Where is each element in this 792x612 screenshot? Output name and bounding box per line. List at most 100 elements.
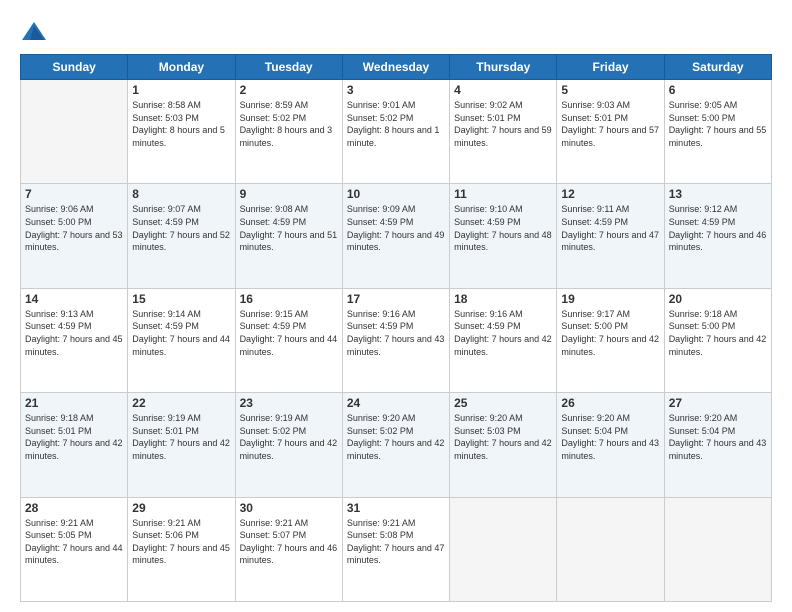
day-info: Sunrise: 9:08 AMSunset: 4:59 PMDaylight:… xyxy=(240,203,338,253)
day-number: 3 xyxy=(347,83,445,97)
day-info: Sunrise: 9:19 AMSunset: 5:01 PMDaylight:… xyxy=(132,412,230,462)
day-number: 13 xyxy=(669,187,767,201)
day-number: 2 xyxy=(240,83,338,97)
day-cell-6: 6 Sunrise: 9:05 AMSunset: 5:00 PMDaylight… xyxy=(664,80,771,184)
day-cell-20: 20 Sunrise: 9:18 AMSunset: 5:00 PMDayligh… xyxy=(664,288,771,392)
day-number: 29 xyxy=(132,501,230,515)
day-cell-12: 12Sunrise: 9:11 AMSunset: 4:59 PMDayligh… xyxy=(557,184,664,288)
day-cell-14: 14 Sunrise: 9:13 AMSunset: 4:59 PMDayligh… xyxy=(21,288,128,392)
day-info: Sunrise: 9:11 AMSunset: 4:59 PMDaylight:… xyxy=(561,203,659,253)
day-number: 24 xyxy=(347,396,445,410)
day-number: 21 xyxy=(25,396,123,410)
day-header-friday: Friday xyxy=(557,55,664,80)
empty-cell xyxy=(557,497,664,601)
day-number: 17 xyxy=(347,292,445,306)
day-number: 23 xyxy=(240,396,338,410)
day-cell-10: 10 Sunrise: 9:09 AMSunset: 4:59 PMDayligh… xyxy=(342,184,449,288)
day-cell-7: 7 Sunrise: 9:06 AMSunset: 5:00 PMDaylight… xyxy=(21,184,128,288)
day-number: 30 xyxy=(240,501,338,515)
day-number: 10 xyxy=(347,187,445,201)
day-info: Sunrise: 8:59 AMSunset: 5:02 PMDaylight:… xyxy=(240,99,338,149)
day-number: 15 xyxy=(132,292,230,306)
day-number: 16 xyxy=(240,292,338,306)
day-info: Sunrise: 9:21 AMSunset: 5:07 PMDaylight:… xyxy=(240,517,338,567)
day-number: 8 xyxy=(132,187,230,201)
day-info: Sunrise: 9:18 AMSunset: 5:01 PMDaylight:… xyxy=(25,412,123,462)
day-info: Sunrise: 9:13 AMSunset: 4:59 PMDaylight:… xyxy=(25,308,123,358)
day-header-sunday: Sunday xyxy=(21,55,128,80)
day-info: Sunrise: 9:06 AMSunset: 5:00 PMDaylight:… xyxy=(25,203,123,253)
day-info: Sunrise: 9:19 AMSunset: 5:02 PMDaylight:… xyxy=(240,412,338,462)
day-cell-11: 11 Sunrise: 9:10 AMSunset: 4:59 PMDayligh… xyxy=(450,184,557,288)
day-cell-13: 13 Sunrise: 9:12 AMSunset: 4:59 PMDayligh… xyxy=(664,184,771,288)
day-number: 31 xyxy=(347,501,445,515)
day-cell-15: 15 Sunrise: 9:14 AMSunset: 4:59 PMDayligh… xyxy=(128,288,235,392)
day-info: Sunrise: 9:18 AMSunset: 5:00 PMDaylight:… xyxy=(669,308,767,358)
logo xyxy=(20,18,51,46)
day-cell-21: 21 Sunrise: 9:18 AMSunset: 5:01 PMDayligh… xyxy=(21,393,128,497)
day-number: 26 xyxy=(561,396,659,410)
day-number: 28 xyxy=(25,501,123,515)
day-info: Sunrise: 9:05 AMSunset: 5:00 PMDaylight:… xyxy=(669,99,767,149)
logo-icon xyxy=(20,18,48,46)
day-info: Sunrise: 9:17 AMSunset: 5:00 PMDaylight:… xyxy=(561,308,659,358)
day-cell-25: 25 Sunrise: 9:20 AMSunset: 5:03 PMDayligh… xyxy=(450,393,557,497)
day-cell-8: 8 Sunrise: 9:07 AMSunset: 4:59 PMDaylight… xyxy=(128,184,235,288)
empty-cell xyxy=(450,497,557,601)
day-info: Sunrise: 9:12 AMSunset: 4:59 PMDaylight:… xyxy=(669,203,767,253)
day-cell-22: 22 Sunrise: 9:19 AMSunset: 5:01 PMDayligh… xyxy=(128,393,235,497)
day-number: 5 xyxy=(561,83,659,97)
day-info: Sunrise: 9:02 AMSunset: 5:01 PMDaylight:… xyxy=(454,99,552,149)
day-number: 11 xyxy=(454,187,552,201)
day-info: Sunrise: 8:58 AMSunset: 5:03 PMDaylight:… xyxy=(132,99,230,149)
day-cell-26: 26 Sunrise: 9:20 AMSunset: 5:04 PMDayligh… xyxy=(557,393,664,497)
day-cell-19: 19Sunrise: 9:17 AMSunset: 5:00 PMDayligh… xyxy=(557,288,664,392)
day-number: 4 xyxy=(454,83,552,97)
day-info: Sunrise: 9:07 AMSunset: 4:59 PMDaylight:… xyxy=(132,203,230,253)
day-cell-16: 16 Sunrise: 9:15 AMSunset: 4:59 PMDayligh… xyxy=(235,288,342,392)
day-number: 27 xyxy=(669,396,767,410)
day-info: Sunrise: 9:21 AMSunset: 5:06 PMDaylight:… xyxy=(132,517,230,567)
day-number: 20 xyxy=(669,292,767,306)
day-header-wednesday: Wednesday xyxy=(342,55,449,80)
day-number: 18 xyxy=(454,292,552,306)
day-cell-2: 2 Sunrise: 8:59 AMSunset: 5:02 PMDaylight… xyxy=(235,80,342,184)
week-row-1: 1 Sunrise: 8:58 AMSunset: 5:03 PMDaylight… xyxy=(21,80,772,184)
empty-cell xyxy=(664,497,771,601)
day-header-monday: Monday xyxy=(128,55,235,80)
day-info: Sunrise: 9:10 AMSunset: 4:59 PMDaylight:… xyxy=(454,203,552,253)
empty-cell xyxy=(21,80,128,184)
day-number: 6 xyxy=(669,83,767,97)
day-cell-27: 27 Sunrise: 9:20 AMSunset: 5:04 PMDayligh… xyxy=(664,393,771,497)
day-cell-30: 30 Sunrise: 9:21 AMSunset: 5:07 PMDayligh… xyxy=(235,497,342,601)
day-info: Sunrise: 9:01 AMSunset: 5:02 PMDaylight:… xyxy=(347,99,445,149)
day-cell-29: 29 Sunrise: 9:21 AMSunset: 5:06 PMDayligh… xyxy=(128,497,235,601)
day-header-saturday: Saturday xyxy=(664,55,771,80)
header xyxy=(20,18,772,46)
day-cell-4: 4 Sunrise: 9:02 AMSunset: 5:01 PMDaylight… xyxy=(450,80,557,184)
day-info: Sunrise: 9:20 AMSunset: 5:02 PMDaylight:… xyxy=(347,412,445,462)
day-info: Sunrise: 9:20 AMSunset: 5:04 PMDaylight:… xyxy=(561,412,659,462)
week-row-2: 7 Sunrise: 9:06 AMSunset: 5:00 PMDaylight… xyxy=(21,184,772,288)
day-info: Sunrise: 9:20 AMSunset: 5:04 PMDaylight:… xyxy=(669,412,767,462)
week-row-4: 21 Sunrise: 9:18 AMSunset: 5:01 PMDayligh… xyxy=(21,393,772,497)
day-info: Sunrise: 9:03 AMSunset: 5:01 PMDaylight:… xyxy=(561,99,659,149)
day-info: Sunrise: 9:20 AMSunset: 5:03 PMDaylight:… xyxy=(454,412,552,462)
day-header-thursday: Thursday xyxy=(450,55,557,80)
day-info: Sunrise: 9:14 AMSunset: 4:59 PMDaylight:… xyxy=(132,308,230,358)
day-number: 1 xyxy=(132,83,230,97)
day-cell-28: 28Sunrise: 9:21 AMSunset: 5:05 PMDayligh… xyxy=(21,497,128,601)
page: SundayMondayTuesdayWednesdayThursdayFrid… xyxy=(0,0,792,612)
day-cell-5: 5 Sunrise: 9:03 AMSunset: 5:01 PMDaylight… xyxy=(557,80,664,184)
day-info: Sunrise: 9:15 AMSunset: 4:59 PMDaylight:… xyxy=(240,308,338,358)
day-info: Sunrise: 9:21 AMSunset: 5:08 PMDaylight:… xyxy=(347,517,445,567)
week-row-3: 14 Sunrise: 9:13 AMSunset: 4:59 PMDayligh… xyxy=(21,288,772,392)
day-number: 22 xyxy=(132,396,230,410)
day-number: 25 xyxy=(454,396,552,410)
day-info: Sunrise: 9:09 AMSunset: 4:59 PMDaylight:… xyxy=(347,203,445,253)
day-header-tuesday: Tuesday xyxy=(235,55,342,80)
day-number: 14 xyxy=(25,292,123,306)
day-cell-1: 1 Sunrise: 8:58 AMSunset: 5:03 PMDaylight… xyxy=(128,80,235,184)
day-number: 9 xyxy=(240,187,338,201)
day-number: 7 xyxy=(25,187,123,201)
